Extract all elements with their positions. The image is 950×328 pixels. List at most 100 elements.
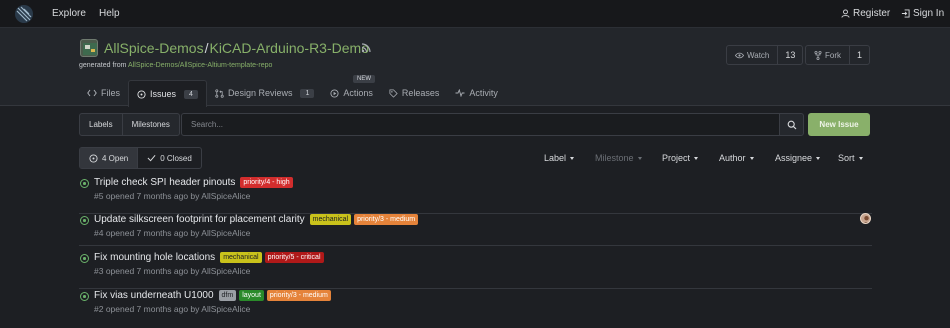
repo-avatar: [80, 39, 98, 57]
issue-label[interactable]: layout: [239, 290, 264, 301]
play-icon: [330, 88, 339, 98]
rss-icon[interactable]: [361, 43, 371, 53]
sort-filter[interactable]: Sort: [838, 153, 863, 163]
generated-prefix: generated from: [79, 62, 127, 69]
watch-button[interactable]: Watch: [727, 46, 779, 64]
issue-label[interactable]: priority/5 - critical: [264, 252, 324, 263]
issue-row: Update silkscreen footprint for placemen…: [79, 214, 872, 246]
signin-label: Sign In: [913, 8, 945, 19]
template-repo-link[interactable]: AllSpice-Demos/AllSpice-Altium-template-…: [128, 62, 272, 69]
assignee-avatar[interactable]: [860, 213, 871, 224]
fork-icon: [814, 50, 822, 60]
fork-label: Fork: [825, 50, 841, 60]
repo-tabs: Files Issues 4 Design Reviews 1 Actions …: [79, 80, 506, 107]
tab-design-reviews-label: Design Reviews: [227, 88, 293, 98]
code-icon: [87, 89, 97, 97]
issue-open-icon: [80, 179, 89, 188]
design-reviews-count-badge: 1: [300, 88, 315, 98]
chevron-down-icon: [570, 157, 575, 161]
issue-title-link[interactable]: Fix mounting hole locations: [94, 252, 215, 263]
chevron-down-icon: [858, 157, 863, 161]
labels-button[interactable]: Labels: [80, 114, 122, 135]
issue-label[interactable]: priority/3 - medium: [354, 214, 419, 225]
repo-title: AllSpice-Demos/KiCAD-Arduino-R3-Demo: [104, 40, 369, 56]
issue-meta: #3 opened 7 months ago by AllSpiceAlice: [94, 266, 251, 276]
repo-name-link[interactable]: KiCAD-Arduino-R3-Demo: [209, 40, 369, 56]
issue-open-icon: [89, 153, 98, 163]
tab-design-reviews[interactable]: Design Reviews 1: [207, 80, 322, 106]
issue-label[interactable]: priority/4 - high: [240, 177, 293, 188]
project-filter-text: Project: [662, 153, 691, 163]
tab-files[interactable]: Files: [79, 80, 128, 106]
issue-row: Triple check SPI header pinouts priority…: [79, 177, 872, 214]
fork-button[interactable]: Fork: [806, 46, 850, 64]
author-filter-text: Author: [719, 153, 746, 163]
issue-icon: [137, 89, 146, 99]
closed-issues-tab[interactable]: 0 Closed: [137, 148, 201, 168]
search-button[interactable]: [779, 113, 804, 136]
closed-count-label: 0 Closed: [160, 153, 192, 163]
nav-register[interactable]: Register: [841, 8, 890, 19]
check-icon: [147, 154, 156, 162]
assignee-filter[interactable]: Assignee: [775, 153, 821, 163]
issue-open-icon: [80, 216, 89, 225]
repo-owner-link[interactable]: AllSpice-Demos: [104, 40, 204, 56]
issue-label[interactable]: priority/3 - medium: [266, 290, 331, 301]
project-filter[interactable]: Project: [662, 153, 699, 163]
issue-open-icon: [80, 254, 89, 263]
chevron-down-icon: [749, 157, 754, 161]
pull-request-icon: [215, 88, 224, 98]
issue-meta: #5 opened 7 months ago by AllSpiceAlice: [94, 191, 251, 201]
sort-filter-text: Sort: [838, 153, 855, 163]
open-issues-tab[interactable]: 4 Open: [80, 148, 138, 168]
register-label: Register: [853, 8, 891, 19]
allspice-logo-icon[interactable]: [14, 4, 34, 24]
search-input[interactable]: Search...: [181, 113, 780, 136]
issues-count-badge: 4: [184, 89, 198, 99]
milestones-button[interactable]: Milestones: [121, 114, 179, 135]
user-icon: [841, 9, 850, 18]
issue-meta: #4 opened 7 months ago by AllSpiceAlice: [94, 228, 251, 238]
nav-explore[interactable]: Explore: [52, 8, 86, 19]
issue-title-line: Fix vias underneath U1000 dfm layout pri…: [94, 290, 331, 301]
new-issue-button[interactable]: New Issue: [808, 113, 870, 136]
issue-label[interactable]: mechanical: [220, 252, 262, 263]
chevron-down-icon: [637, 157, 642, 161]
issue-open-icon: [80, 292, 89, 301]
tab-actions[interactable]: Actions: [322, 80, 381, 106]
issue-title-line: Fix mounting hole locations mechanical p…: [94, 252, 324, 263]
tab-actions-label: Actions: [343, 88, 373, 98]
tab-activity-label: Activity: [469, 88, 498, 98]
watch-count[interactable]: 13: [778, 46, 802, 64]
pulse-icon: [455, 89, 465, 97]
tag-icon: [389, 88, 398, 98]
tab-releases-label: Releases: [401, 88, 440, 98]
tab-issues[interactable]: Issues 4: [128, 80, 207, 107]
tab-files-label: Files: [101, 88, 121, 98]
search-icon: [787, 120, 796, 129]
chevron-down-icon: [694, 157, 699, 161]
top-navbar: Explore Help Register Sign In: [0, 0, 950, 28]
nav-help[interactable]: Help: [99, 8, 120, 19]
fork-count[interactable]: 1: [850, 46, 869, 64]
labels-milestones-group: Labels Milestones: [79, 113, 180, 136]
issue-title-link[interactable]: Fix vias underneath U1000: [94, 290, 214, 301]
chevron-down-icon: [816, 157, 821, 161]
nav-signin[interactable]: Sign In: [901, 8, 944, 19]
issue-title-link[interactable]: Triple check SPI header pinouts: [94, 177, 235, 188]
pcb-thumbnail-icon: [83, 43, 97, 55]
issue-label[interactable]: dfm: [218, 290, 237, 301]
issue-row: Fix mounting hole locations mechanical p…: [79, 252, 872, 289]
label-filter[interactable]: Label: [544, 153, 575, 163]
repo-title-separator: /: [204, 40, 209, 56]
issue-title-line: Triple check SPI header pinouts priority…: [94, 177, 293, 188]
issue-title-link[interactable]: Update silkscreen footprint for placemen…: [94, 214, 305, 225]
author-filter[interactable]: Author: [719, 153, 754, 163]
tab-activity[interactable]: Activity: [447, 80, 506, 106]
assignee-filter-text: Assignee: [775, 153, 813, 163]
tab-releases[interactable]: Releases: [381, 80, 448, 106]
issue-label[interactable]: mechanical: [309, 214, 352, 225]
watch-button-group: Watch 13: [726, 45, 804, 65]
watch-label: Watch: [747, 50, 770, 60]
issue-row: Fix vias underneath U1000 dfm layout pri…: [79, 290, 872, 327]
